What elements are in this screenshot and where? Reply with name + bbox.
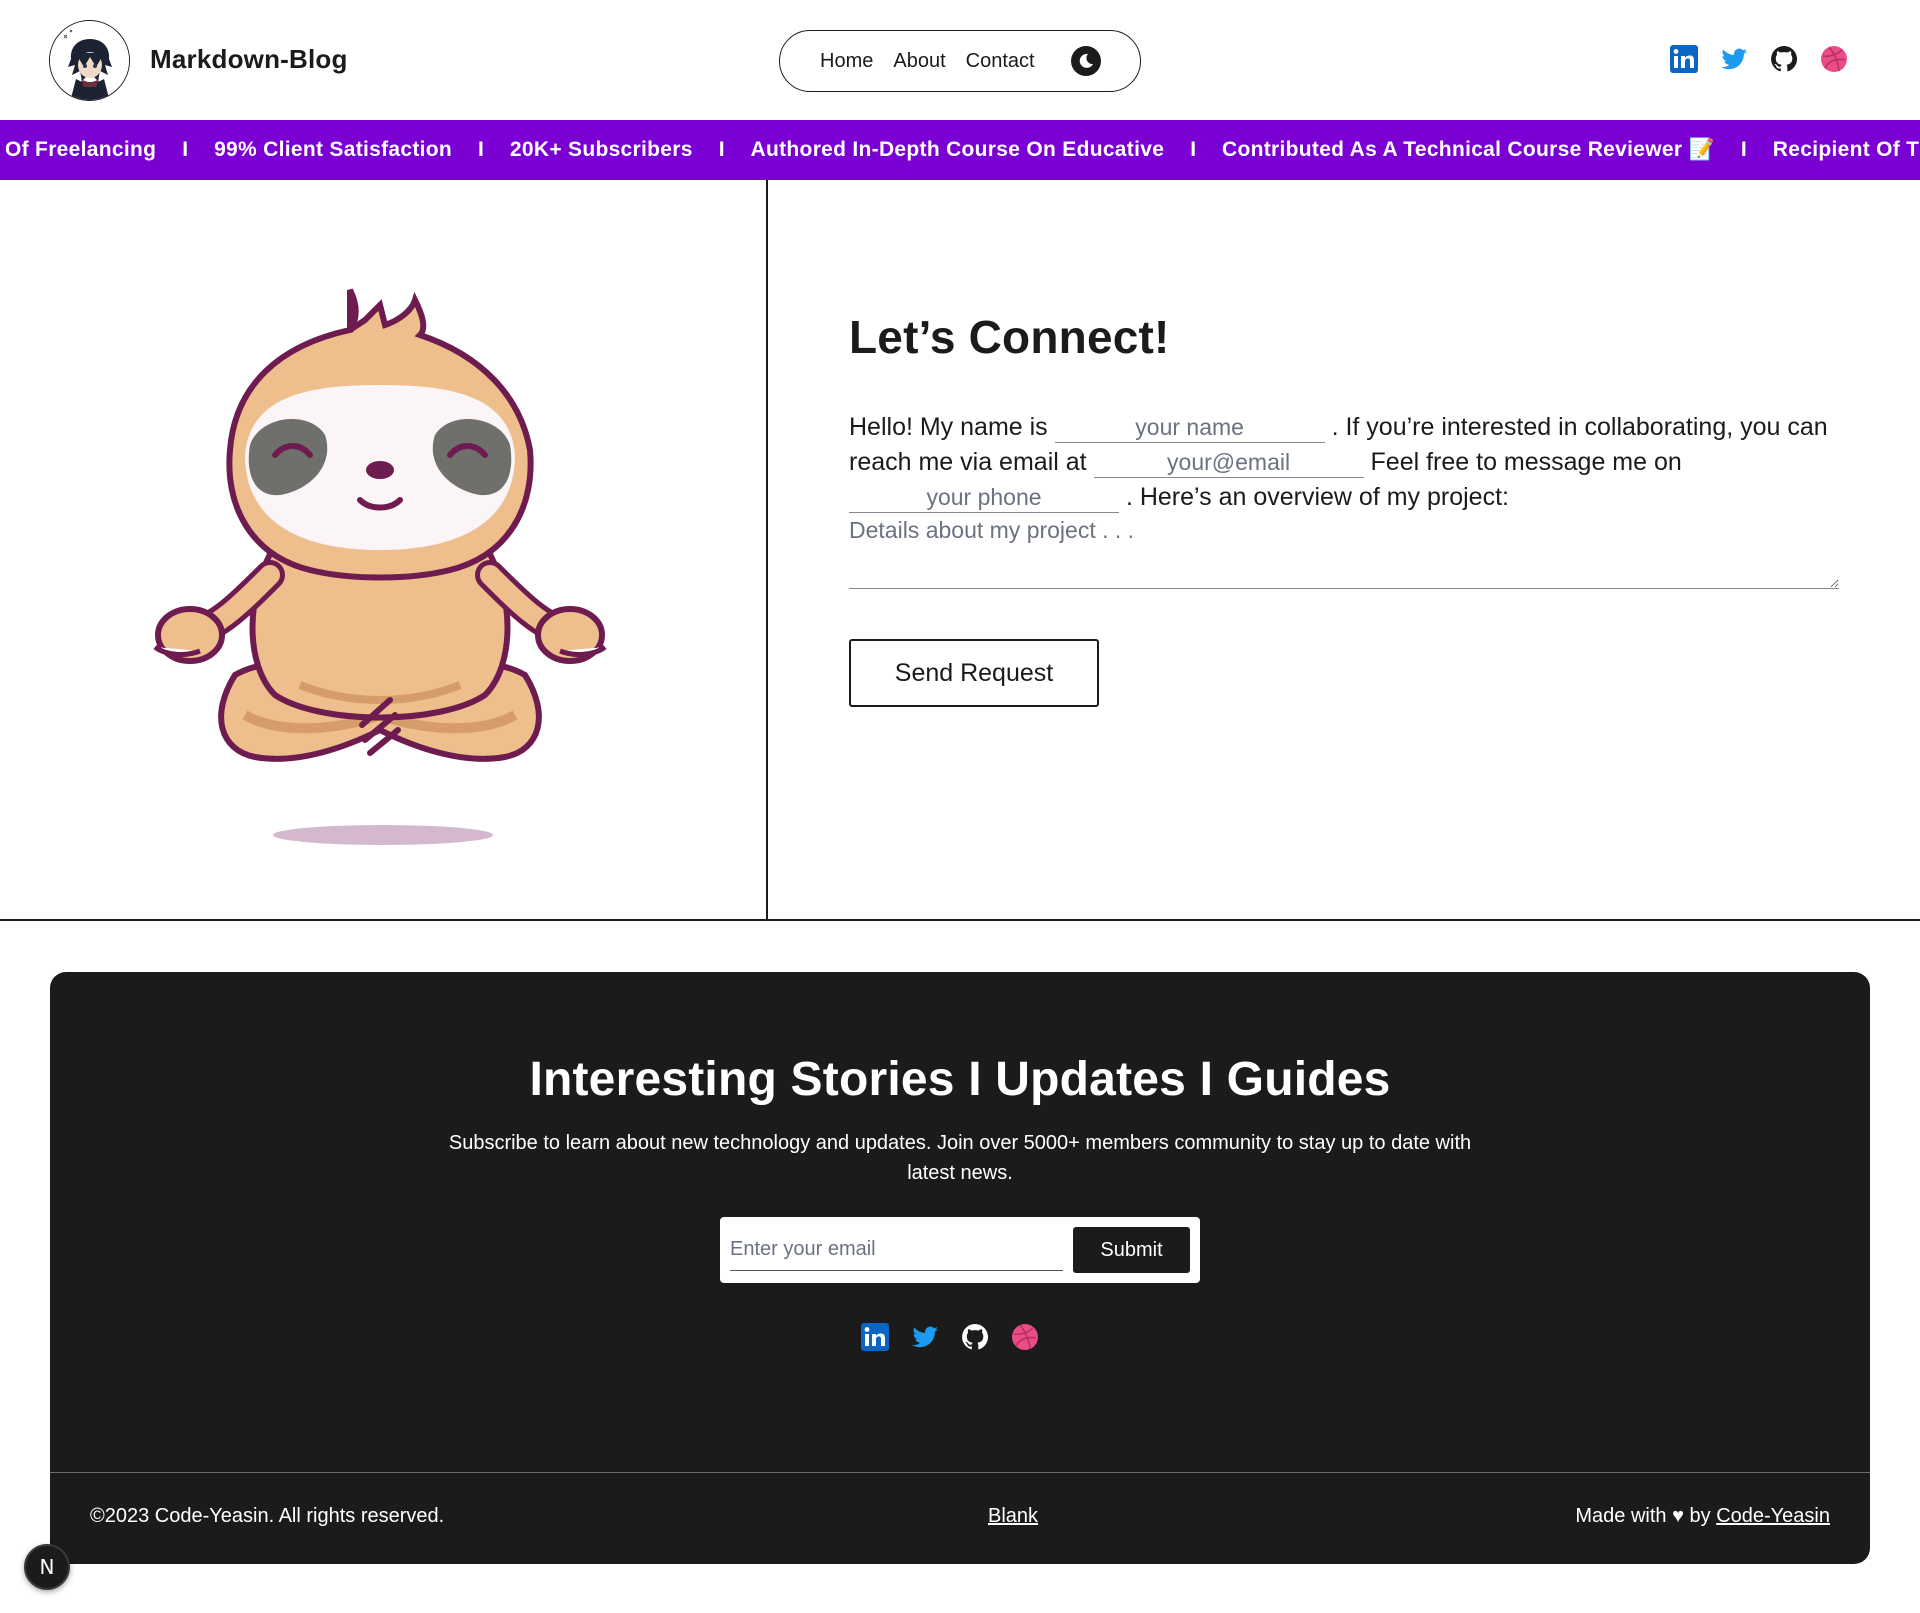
newsletter-footer: Interesting Stories I Updates I Guides S… <box>50 972 1870 1564</box>
marquee-separator: I <box>1190 138 1197 161</box>
footer-title: Interesting Stories I Updates I Guides <box>529 1053 1391 1106</box>
marquee-separator: I <box>1740 138 1747 161</box>
contact-text-project-intro: . Here’s an overview of my project: <box>1125 483 1509 511</box>
achievements-marquee: Of Freelancing I 99% Client Satisfaction… <box>0 120 1920 180</box>
meditating-sloth-illustration <box>150 275 620 845</box>
github-icon[interactable] <box>1769 44 1799 74</box>
subscribe-submit-button[interactable]: Submit <box>1073 1227 1190 1273</box>
main-nav: Home About Contact <box>779 30 1141 92</box>
marquee-separator: I <box>718 138 725 161</box>
site-header: Markdown-Blog Home About Contact <box>0 0 1920 120</box>
subscribe-email-input[interactable] <box>730 1229 1063 1271</box>
footer-social-links <box>860 1322 1040 1352</box>
nav-home-link[interactable]: Home <box>820 50 873 73</box>
site-title[interactable]: Markdown-Blog <box>150 44 348 75</box>
nav-about-link[interactable]: About <box>893 50 945 73</box>
marquee-item: Contributed As A Technical Course Review… <box>1222 138 1715 161</box>
marquee-track: Of Freelancing I 99% Client Satisfaction… <box>5 120 1920 180</box>
linkedin-icon[interactable] <box>1669 44 1699 74</box>
contact-paragraph: Hello! My name is . If you’re interested… <box>849 410 1849 515</box>
marquee-separator: I <box>182 138 189 161</box>
subscribe-form: Submit <box>720 1217 1200 1283</box>
contact-section: Let’s Connect! Hello! My name is . If yo… <box>0 180 1920 921</box>
blank-link[interactable]: Blank <box>988 1505 1038 1528</box>
section-divider <box>766 180 768 921</box>
dribbble-icon[interactable] <box>1010 1322 1040 1352</box>
marquee-separator: I <box>478 138 484 161</box>
marquee-item: Recipient Of Th <box>1772 138 1920 161</box>
linkedin-icon[interactable] <box>860 1322 890 1352</box>
nav-contact-link[interactable]: Contact <box>966 50 1035 73</box>
moon-icon <box>1079 53 1093 68</box>
theme-toggle-button[interactable] <box>1071 46 1101 76</box>
avatar-illustration <box>50 21 129 100</box>
twitter-icon[interactable] <box>910 1322 940 1352</box>
contact-title: Let’s Connect! <box>849 311 1170 363</box>
send-request-button[interactable]: Send Request <box>849 639 1099 707</box>
marquee-item: Of Freelancing <box>5 138 157 161</box>
email-input[interactable] <box>1093 448 1364 478</box>
footer-divider <box>50 1472 1870 1473</box>
name-input[interactable] <box>1054 413 1325 443</box>
made-with-text: Made with ♥ by <box>1575 1505 1711 1527</box>
marquee-item: Authored In-Depth Course On Educative <box>750 138 1165 161</box>
twitter-icon[interactable] <box>1719 44 1749 74</box>
project-details-textarea[interactable] <box>849 517 1839 589</box>
contact-text-phone-intro: Feel free to message me on <box>1370 448 1682 476</box>
dribbble-icon[interactable] <box>1819 44 1849 74</box>
phone-input[interactable] <box>849 483 1119 513</box>
contact-form: Let’s Connect! Hello! My name is . If yo… <box>849 310 1849 707</box>
copyright-text: ©2023 Code-Yeasin. All rights reserved. <box>90 1505 445 1527</box>
footer-description: Subscribe to learn about new technology … <box>448 1132 1472 1184</box>
contact-text-intro: Hello! My name is <box>849 413 1048 441</box>
header-social-links <box>1669 44 1849 74</box>
author-link[interactable]: Code-Yeasin <box>1716 1505 1830 1527</box>
marquee-item: 99% Client Satisfaction <box>214 138 453 161</box>
logo-avatar[interactable] <box>49 20 130 101</box>
github-icon[interactable] <box>960 1322 990 1352</box>
made-with-credit: Made with ♥ by Code-Yeasin <box>1575 1505 1830 1528</box>
nextjs-dev-badge[interactable]: N <box>24 1544 70 1590</box>
marquee-item: 20K+ Subscribers <box>509 138 693 161</box>
